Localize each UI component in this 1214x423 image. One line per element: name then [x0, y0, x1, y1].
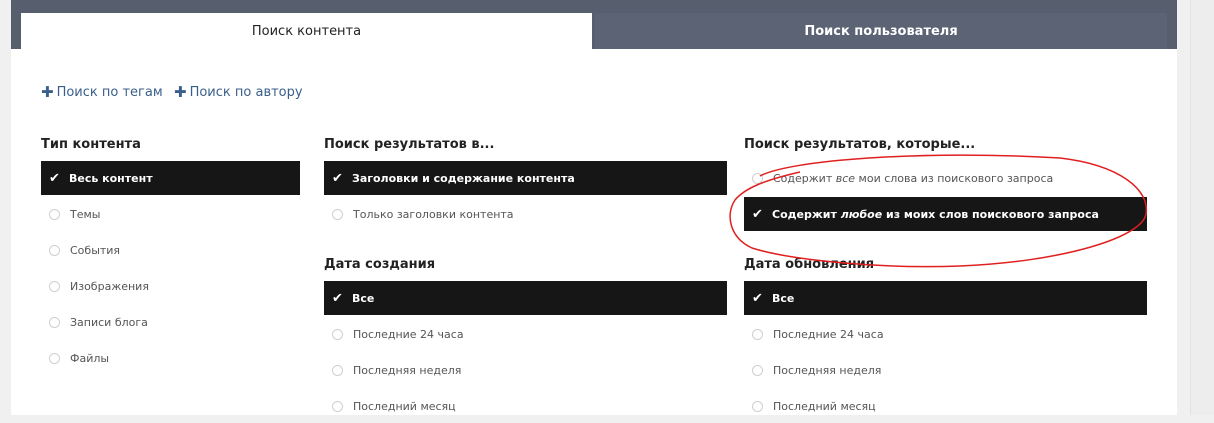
option-label: Последняя неделя: [353, 363, 462, 377]
match-option-all-words[interactable]: Содержит все мои слова из поискового зап…: [744, 161, 1147, 195]
option-label-em: любое: [840, 207, 883, 221]
date-updated-option-week[interactable]: Последняя неделя: [744, 353, 1147, 387]
tab-content-search[interactable]: Поиск контента: [21, 13, 592, 49]
check-icon: ✔: [332, 170, 343, 186]
option-label: Файлы: [70, 351, 110, 365]
plus-icon: ✚: [174, 83, 187, 101]
check-icon: ✔: [752, 290, 763, 306]
tab-label: Поиск контента: [251, 23, 362, 39]
date-updated-option-month[interactable]: Последний месяц: [744, 389, 1147, 423]
option-label: Последний месяц: [353, 399, 456, 413]
option-label: Только заголовки контента: [353, 207, 514, 221]
option-label: Последняя неделя: [773, 363, 882, 377]
content-type-option-topics[interactable]: Темы: [41, 197, 300, 231]
radio-icon: [49, 280, 60, 292]
option-label-post: мои слова из поискового запроса: [855, 171, 1054, 185]
option-label-pre: Содержит: [773, 171, 836, 185]
radio-icon: [49, 316, 60, 328]
radio-icon: [752, 172, 763, 184]
option-label: Темы: [70, 207, 101, 221]
option-label: Заголовки и содержание контента: [352, 171, 575, 185]
option-label-pre: Содержит: [772, 207, 841, 221]
scroll-gutter: [1190, 0, 1214, 415]
radio-icon: [49, 244, 60, 256]
option-label: Записи блога: [70, 315, 148, 329]
check-icon: ✔: [49, 170, 60, 186]
content-type-option-images[interactable]: Изображения: [41, 269, 300, 303]
link-label: Поиск по тегам: [56, 85, 163, 100]
content-type-option-files[interactable]: Файлы: [41, 341, 300, 375]
content-type-option-blog[interactable]: Записи блога: [41, 305, 300, 339]
search-in-heading: Поиск результатов в...: [324, 137, 495, 152]
content-type-heading: Тип контента: [41, 137, 141, 152]
date-created-option-month[interactable]: Последний месяц: [324, 389, 727, 423]
search-in-option-titles-content[interactable]: ✔ Заголовки и содержание контента: [324, 161, 727, 195]
date-created-option-week[interactable]: Последняя неделя: [324, 353, 727, 387]
option-label: Содержит все мои слова из поискового зап…: [773, 172, 1053, 185]
date-updated-option-all[interactable]: ✔ Все: [744, 281, 1147, 315]
search-in-option-titles-only[interactable]: Только заголовки контента: [324, 197, 727, 231]
radio-icon: [332, 208, 343, 220]
check-icon: ✔: [332, 290, 343, 306]
search-by-author-link[interactable]: ✚ Поиск по автору: [174, 83, 303, 101]
option-label-em: все: [835, 171, 856, 185]
option-label: Изображения: [70, 279, 149, 293]
date-updated-heading: Дата обновления: [744, 257, 875, 272]
date-updated-option-24h[interactable]: Последние 24 часа: [744, 317, 1147, 351]
search-by-tags-link[interactable]: ✚ Поиск по тегам: [41, 83, 163, 101]
radio-icon: [49, 208, 60, 220]
tab-user-search[interactable]: Поиск пользователя: [595, 13, 1167, 49]
radio-icon: [752, 364, 763, 376]
option-label: Последние 24 часа: [353, 327, 464, 341]
radio-icon: [752, 400, 763, 412]
option-label: Последний месяц: [773, 399, 876, 413]
option-label: Содержит любое из моих слов поискового з…: [772, 208, 1099, 221]
option-label: Последние 24 часа: [773, 327, 884, 341]
content-type-option-events[interactable]: События: [41, 233, 300, 267]
match-option-any-word[interactable]: ✔ Содержит любое из моих слов поискового…: [744, 197, 1147, 231]
radio-icon: [752, 328, 763, 340]
date-created-option-24h[interactable]: Последние 24 часа: [324, 317, 727, 351]
plus-icon: ✚: [41, 83, 54, 101]
link-label: Поиск по автору: [189, 85, 303, 100]
page-background: Поиск контента Поиск пользователя ✚ Поис…: [0, 0, 1214, 415]
tab-bar: Поиск контента Поиск пользователя: [11, 0, 1177, 49]
radio-icon: [332, 328, 343, 340]
option-label-post: из моих слов поискового запроса: [882, 207, 1099, 221]
option-label: Все: [772, 291, 795, 305]
date-created-heading: Дата создания: [324, 257, 436, 272]
option-label: Весь контент: [69, 171, 153, 185]
radio-icon: [49, 352, 60, 364]
radio-icon: [332, 400, 343, 412]
match-heading: Поиск результатов, которые...: [744, 137, 976, 152]
radio-icon: [332, 364, 343, 376]
option-label: События: [70, 243, 121, 257]
date-created-option-all[interactable]: ✔ Все: [324, 281, 727, 315]
check-icon: ✔: [752, 206, 763, 222]
content-type-option-all[interactable]: ✔ Весь контент: [41, 161, 300, 195]
tab-label: Поиск пользователя: [804, 23, 958, 39]
option-label: Все: [352, 291, 375, 305]
